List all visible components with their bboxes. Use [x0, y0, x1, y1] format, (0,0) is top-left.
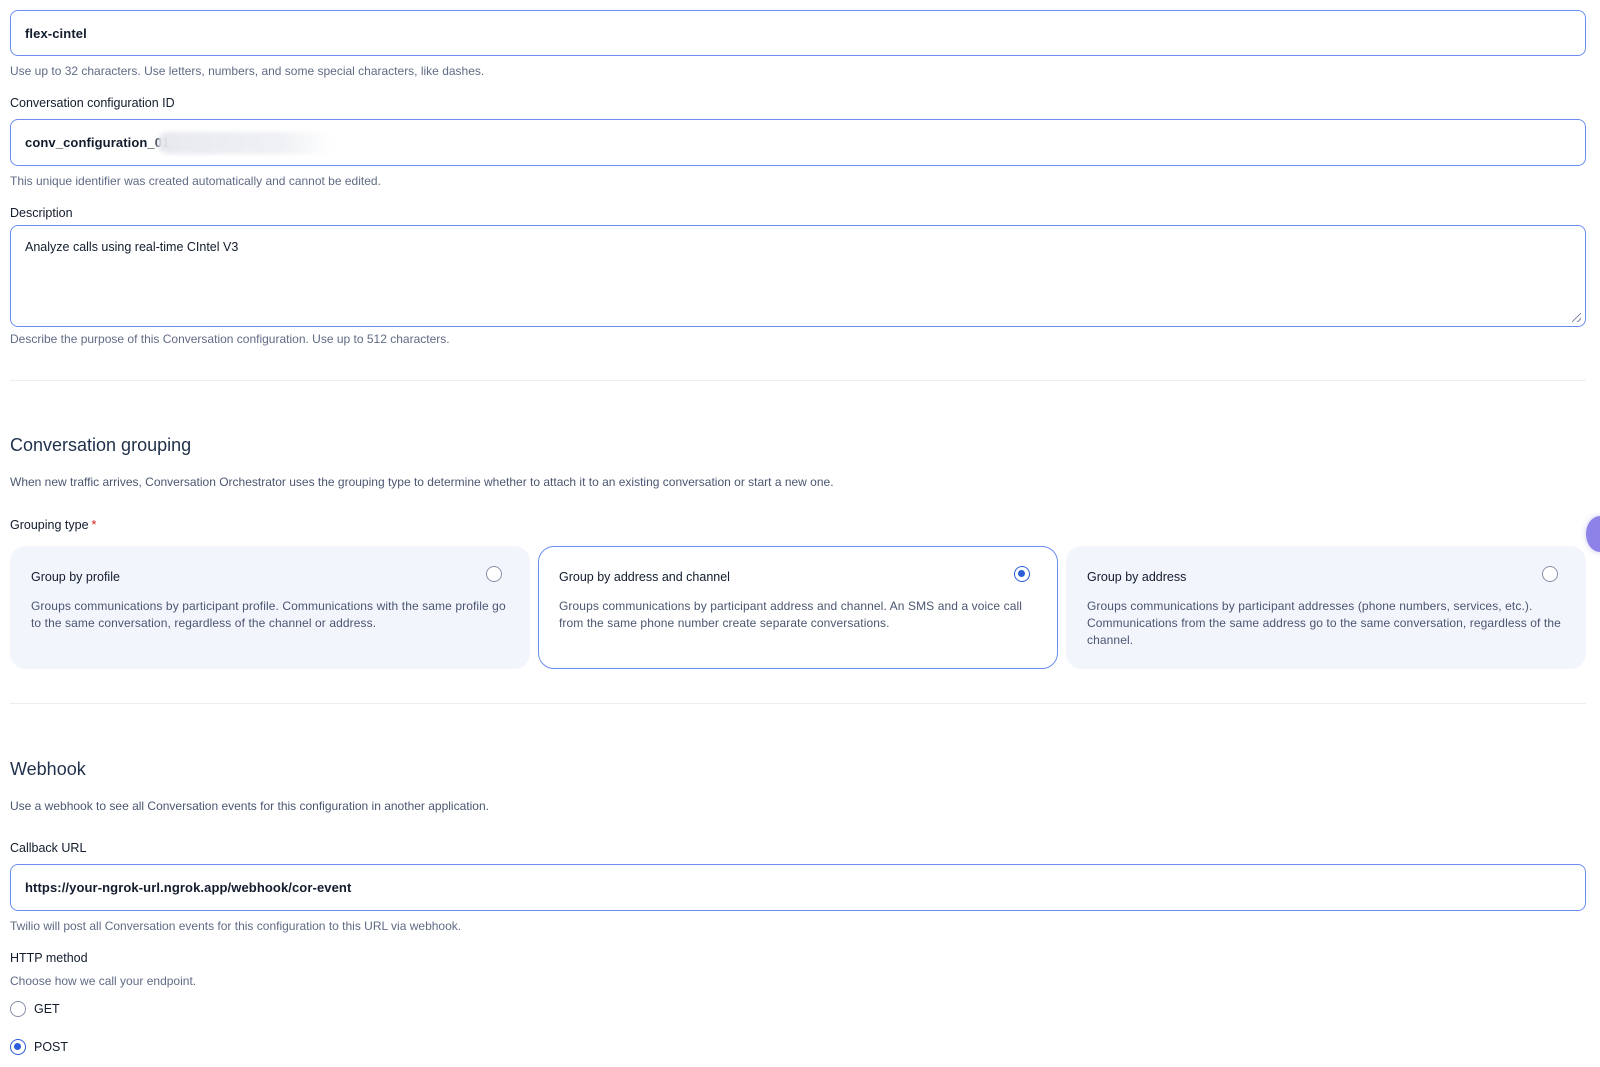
- http-method-post[interactable]: POST: [10, 1039, 68, 1055]
- configuration-name-help: Use up to 32 characters. Use letters, nu…: [10, 64, 485, 78]
- grouping-option-address-and-channel[interactable]: Group by address and channel Groups comm…: [538, 546, 1058, 669]
- callback-url-label: Callback URL: [10, 841, 87, 855]
- grouping-option-description: Groups communications by participant pro…: [31, 599, 506, 630]
- conversation-configuration-form: flex-cintel Use up to 32 characters. Use…: [0, 0, 1600, 1067]
- description-textarea[interactable]: Analyze calls using real-time CIntel V3: [10, 225, 1586, 327]
- configuration-id-value: conv_configuration_01: [25, 135, 170, 150]
- configuration-name-value: flex-cintel: [25, 25, 87, 41]
- section-divider: [10, 703, 1586, 704]
- webhook-section-title: Webhook: [10, 759, 86, 779]
- callback-url-help: Twilio will post all Conversation events…: [10, 919, 462, 933]
- http-method-get-radio[interactable]: [10, 1001, 26, 1017]
- description-label: Description: [10, 206, 73, 220]
- redacted-id-blur: [157, 132, 333, 154]
- http-method-label: HTTP method: [10, 951, 88, 965]
- grouping-radio-profile[interactable]: [486, 566, 502, 582]
- resize-grip-icon[interactable]: [1572, 313, 1581, 322]
- grouping-radio-address-and-channel[interactable]: [1014, 566, 1030, 582]
- callback-url-value: https://your-ngrok-url.ngrok.app/webhook…: [25, 880, 352, 895]
- http-method-get-label: GET: [34, 1002, 60, 1016]
- grouping-option-description: Groups communications by participant add…: [559, 599, 1023, 630]
- grouping-option-address[interactable]: Group by address Groups communications b…: [1066, 546, 1586, 669]
- grouping-type-label-text: Grouping type: [10, 518, 89, 532]
- http-method-post-label: POST: [34, 1040, 69, 1054]
- configuration-id-label: Conversation configuration ID: [10, 96, 175, 110]
- http-method-help: Choose how we call your endpoint.: [10, 974, 197, 988]
- http-method-get[interactable]: GET: [10, 1001, 60, 1017]
- grouping-option-profile[interactable]: Group by profile Groups communications b…: [10, 546, 530, 669]
- callback-url-input[interactable]: https://your-ngrok-url.ngrok.app/webhook…: [10, 864, 1586, 911]
- configuration-id-help: This unique identifier was created autom…: [10, 174, 381, 188]
- grouping-description: When new traffic arrives, Conversation O…: [10, 475, 834, 489]
- assistant-launcher-button[interactable]: [1586, 516, 1600, 552]
- description-value: Analyze calls using real-time CIntel V3: [25, 240, 239, 254]
- grouping-radio-address[interactable]: [1542, 566, 1558, 582]
- configuration-name-input[interactable]: flex-cintel: [10, 10, 1586, 56]
- grouping-option-title: Group by profile: [31, 570, 120, 584]
- webhook-description: Use a webhook to see all Conversation ev…: [10, 799, 489, 813]
- http-method-post-radio[interactable]: [10, 1039, 26, 1055]
- grouping-option-title: Group by address and channel: [559, 570, 730, 584]
- description-help: Describe the purpose of this Conversatio…: [10, 332, 450, 346]
- grouping-option-description: Groups communications by participant add…: [1087, 599, 1561, 647]
- grouping-type-label: Grouping type *: [10, 518, 96, 532]
- grouping-option-title: Group by address: [1087, 570, 1187, 584]
- required-marker: *: [91, 518, 97, 532]
- section-divider: [10, 380, 1586, 381]
- grouping-section-title: Conversation grouping: [10, 435, 192, 455]
